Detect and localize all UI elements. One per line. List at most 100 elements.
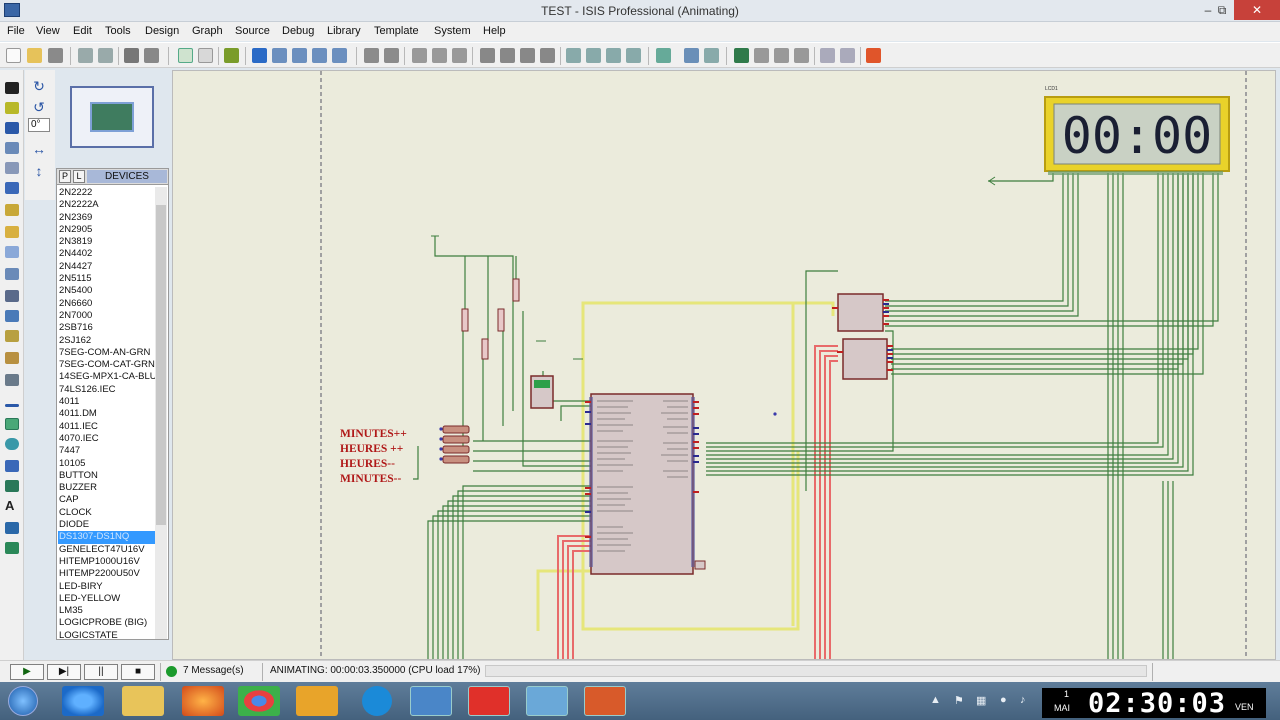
mirror-x-icon[interactable]: ↔ bbox=[32, 142, 46, 156]
menu-tools[interactable]: Tools bbox=[105, 25, 131, 37]
open-folder-icon[interactable] bbox=[27, 48, 42, 63]
search-tag-icon[interactable] bbox=[684, 48, 699, 63]
decompose-icon[interactable] bbox=[626, 48, 641, 63]
block-copy-icon[interactable] bbox=[480, 48, 495, 63]
restore-button[interactable]: ⧉ bbox=[1208, 0, 1236, 20]
rotate-clockwise-icon[interactable]: ↻ bbox=[32, 79, 46, 93]
make-device-icon[interactable] bbox=[586, 48, 601, 63]
redo-icon[interactable] bbox=[384, 48, 399, 63]
device-list-item[interactable]: HITEMP2200U50V bbox=[58, 568, 155, 580]
junction-mode-icon[interactable] bbox=[5, 122, 19, 134]
step-button[interactable]: ▶| bbox=[47, 664, 81, 680]
symbol-tool-icon[interactable] bbox=[5, 522, 19, 534]
device-list-item[interactable]: 74LS126.IEC bbox=[58, 384, 155, 396]
refresh-icon[interactable] bbox=[178, 48, 193, 63]
menu-edit[interactable]: Edit bbox=[73, 25, 92, 37]
device-list-item[interactable]: 4070.IEC bbox=[58, 433, 155, 445]
device-list-item[interactable]: 2N3819 bbox=[58, 236, 155, 248]
zoom-area-icon[interactable] bbox=[332, 48, 347, 63]
devices-scrollbar[interactable] bbox=[155, 187, 167, 639]
text-tool-icon[interactable]: A bbox=[5, 499, 19, 512]
menu-help[interactable]: Help bbox=[483, 25, 506, 37]
menu-design[interactable]: Design bbox=[145, 25, 179, 37]
rotate-anticlockwise-icon[interactable]: ↺ bbox=[32, 100, 46, 114]
device-list-item[interactable]: 4011.IEC bbox=[58, 421, 155, 433]
menu-view[interactable]: View bbox=[36, 25, 60, 37]
device-list-item[interactable]: 2N2222A bbox=[58, 199, 155, 211]
menu-template[interactable]: Template bbox=[374, 25, 419, 37]
file-explorer-icon[interactable] bbox=[122, 686, 164, 716]
device-list-item[interactable]: 2N7000 bbox=[58, 310, 155, 322]
remove-sheet-icon[interactable] bbox=[754, 48, 769, 63]
start-button[interactable] bbox=[8, 686, 38, 716]
copy-icon[interactable] bbox=[432, 48, 447, 63]
wire-autorouter-icon[interactable] bbox=[656, 48, 671, 63]
device-list-item[interactable]: LOGICPROBE (BIG) bbox=[58, 617, 155, 629]
arc-tool-icon[interactable] bbox=[5, 460, 19, 472]
tape-recorder-icon[interactable] bbox=[5, 290, 19, 302]
tray-network-icon[interactable]: ▦ bbox=[976, 694, 986, 707]
print-area-icon[interactable] bbox=[144, 48, 159, 63]
new-file-icon[interactable] bbox=[6, 48, 21, 63]
devices-scroll-thumb[interactable] bbox=[156, 205, 166, 525]
zoom-in-icon[interactable] bbox=[272, 48, 287, 63]
pick-device-icon[interactable] bbox=[566, 48, 581, 63]
import-icon[interactable] bbox=[78, 48, 93, 63]
device-list-item[interactable]: HITEMP1000U16V bbox=[58, 556, 155, 568]
export-icon[interactable] bbox=[98, 48, 113, 63]
packaging-icon[interactable] bbox=[606, 48, 621, 63]
device-list-item[interactable]: BUTTON bbox=[58, 470, 155, 482]
mirror-y-icon[interactable]: ↕ bbox=[32, 164, 46, 178]
close-button[interactable]: ✕ bbox=[1234, 0, 1280, 20]
menu-file[interactable]: File bbox=[7, 25, 25, 37]
text-script-mode-icon[interactable] bbox=[5, 162, 19, 174]
rotation-angle-field[interactable]: 0° bbox=[28, 118, 50, 132]
taskbar-clock[interactable]: 1 MAI 02:30:03 VEN bbox=[1042, 688, 1266, 719]
device-list-item[interactable]: 7SEG-COM-AN-GRN bbox=[58, 347, 155, 359]
menu-system[interactable]: System bbox=[434, 25, 471, 37]
tray-up-arrow-icon[interactable]: ▲ bbox=[930, 694, 941, 706]
tray-security-icon[interactable]: ● bbox=[1000, 694, 1007, 706]
current-probe-icon[interactable] bbox=[5, 352, 19, 364]
stop-button[interactable]: ■ bbox=[121, 664, 155, 680]
message-count[interactable]: 7 Message(s) bbox=[183, 665, 244, 676]
skype-icon[interactable] bbox=[362, 686, 392, 716]
device-pins-mode-icon[interactable] bbox=[5, 246, 19, 258]
device-list-item[interactable]: LOGICSTATE bbox=[58, 630, 155, 639]
grid-icon[interactable] bbox=[198, 48, 213, 63]
device-list-item[interactable]: 7447 bbox=[58, 445, 155, 457]
swallow-app-icon[interactable] bbox=[296, 686, 338, 716]
subcircuit-mode-icon[interactable] bbox=[5, 204, 19, 216]
menu-source[interactable]: Source bbox=[235, 25, 270, 37]
menu-library[interactable]: Library bbox=[327, 25, 361, 37]
library-manager-button[interactable]: L bbox=[73, 170, 85, 183]
device-list-item[interactable]: GENELECT47U16V bbox=[58, 544, 155, 556]
tray-volume-icon[interactable]: ♪ bbox=[1020, 694, 1026, 706]
menu-debug[interactable]: Debug bbox=[282, 25, 314, 37]
tray-flag-icon[interactable]: ⚑ bbox=[954, 694, 964, 707]
selection-mode-icon[interactable] bbox=[5, 82, 19, 94]
device-list-item[interactable]: DIODE bbox=[58, 519, 155, 531]
property-tool-icon[interactable] bbox=[704, 48, 719, 63]
pick-devices-button[interactable]: P bbox=[59, 170, 71, 183]
device-list-item[interactable]: 14SEG-MPX1-CA-BLU bbox=[58, 371, 155, 383]
isis-taskbar-icon[interactable] bbox=[410, 686, 452, 716]
line-tool-icon[interactable] bbox=[5, 404, 19, 407]
marker-tool-icon[interactable] bbox=[5, 542, 19, 554]
internet-explorer-icon[interactable] bbox=[62, 686, 104, 716]
device-list-item[interactable]: 2N5115 bbox=[58, 273, 155, 285]
path-tool-icon[interactable] bbox=[5, 480, 19, 492]
view-sheet-icon[interactable] bbox=[794, 48, 809, 63]
terminals-mode-icon[interactable] bbox=[5, 226, 19, 238]
block-rotate-icon[interactable] bbox=[520, 48, 535, 63]
device-list-item[interactable]: 2SB716 bbox=[58, 322, 155, 334]
graph-mode-icon[interactable] bbox=[5, 268, 19, 280]
wire-label-mode-icon[interactable] bbox=[5, 142, 19, 154]
device-list-item[interactable]: 10105 bbox=[58, 458, 155, 470]
block-move-icon[interactable] bbox=[500, 48, 515, 63]
cut-icon[interactable] bbox=[412, 48, 427, 63]
device-list-item[interactable]: CLOCK bbox=[58, 507, 155, 519]
device-list-item[interactable]: LED-BIRY bbox=[58, 581, 155, 593]
recorder-app-icon[interactable] bbox=[584, 686, 626, 716]
device-list-item[interactable]: LM35 bbox=[58, 605, 155, 617]
